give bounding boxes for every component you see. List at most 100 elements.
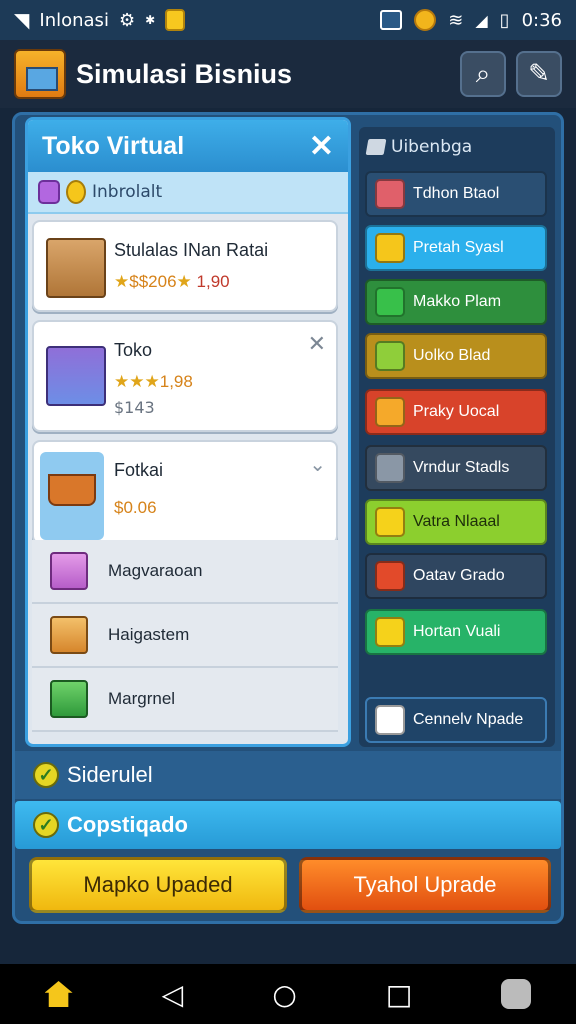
right-action-button[interactable]: Tyahol Uprade <box>299 857 551 913</box>
back-icon[interactable]: ◁ <box>162 978 184 1011</box>
list-item-label: Magvaraoan <box>108 561 203 580</box>
upgrade-button[interactable]: Hortan Vuali <box>365 609 547 655</box>
item-rating-value: 1,98 <box>159 372 193 391</box>
recents-icon[interactable]: □ <box>386 978 412 1011</box>
navigation-bar: ◁ ○ □ <box>0 964 576 1024</box>
subheader-label: Inbrolalt <box>92 182 163 202</box>
list-item-label: Haigastem <box>108 625 190 644</box>
item-price: $143 <box>114 398 155 417</box>
list-item[interactable]: Margrnel <box>32 668 338 732</box>
main-panel: Toko Virtual ✕ Inbrolalt Stulalas INan R… <box>12 112 564 924</box>
upgrade-button[interactable]: Pretah Syasl <box>365 225 547 271</box>
upgrade-button[interactable]: Uolko Blad <box>365 333 547 379</box>
signal-small-icon: ✱ <box>145 13 156 27</box>
sidebar-label: Siderulel <box>67 762 153 787</box>
app-title: Simulasi Bisnius <box>76 58 293 89</box>
item-price: $$206 <box>129 272 177 291</box>
shop-building-icon <box>46 346 106 406</box>
folder-icon <box>165 9 186 31</box>
check-icon: ✓ <box>33 812 59 838</box>
chevron-down-icon[interactable]: ⌄ <box>309 452 326 476</box>
upgrade-panel-header: Uibenbga <box>359 127 555 167</box>
upgrade-label: Uolko Blad <box>413 347 491 364</box>
item-price-value: $0.06 <box>114 498 157 517</box>
home-icon[interactable] <box>44 981 73 1007</box>
panel-header: Toko Virtual ✕ <box>28 120 348 172</box>
app-header: Simulasi Bisnius ⌕ ✎ <box>0 40 576 108</box>
item-name: Fotkai <box>114 460 164 480</box>
cell-signal-icon: ◢ <box>475 10 488 30</box>
wifi-icon: ≋ <box>448 9 464 31</box>
item-card[interactable]: Stulalas INan Ratai ★$$206★ 1,90 <box>32 220 338 312</box>
shop-logo-icon <box>14 49 66 99</box>
item-price: $0.06 <box>114 498 157 518</box>
completed-label: Copstiqado <box>67 812 188 837</box>
upgrade-label: Tdhon Btaol <box>413 185 500 202</box>
close-icon[interactable]: ✕ <box>308 332 326 357</box>
upgrade-label: Makko Plam <box>413 293 502 310</box>
upgrade-all-button[interactable]: Cennelv Npade <box>365 697 547 743</box>
item-card[interactable]: Fotkai ⌄ $0.06 <box>32 440 338 544</box>
gear-icon <box>375 453 405 483</box>
settings-icon: ⚙ <box>118 9 136 31</box>
panel-subheader: Inbrolalt <box>28 172 348 214</box>
item-card[interactable]: Toko ✕ ★★★1,98 $143 <box>32 320 338 432</box>
search-icon: ⌕ <box>475 58 491 89</box>
status-bar: ◥ Inlonasi ⚙ ✱ ≋ ◢ ▯ 0:36 <box>0 0 576 40</box>
upgrade-panel-title: Uibenbga <box>391 137 473 157</box>
upgrade-label: Hortan Vuali <box>413 623 501 640</box>
star-icon: ★★★ <box>114 372 160 391</box>
search-button[interactable]: ⌕ <box>460 51 506 97</box>
upgrade-button[interactable]: Tdhon Btaol <box>365 171 547 217</box>
battery-icon: ▯ <box>499 9 510 31</box>
tools-icon: ✎ <box>528 59 550 89</box>
upgrade-label: Oatav Grado <box>413 567 505 584</box>
item-name: Toko <box>114 340 153 360</box>
green-crate-icon <box>50 680 88 718</box>
item-list: Magvaraoan Haigastem Margrnel <box>32 540 338 732</box>
star-icon: ★ <box>176 272 192 291</box>
item-rating: ★★★1,98 <box>114 372 193 392</box>
item-name: Stulalas INan Ratai <box>114 240 269 260</box>
carrier-text: Inlonasi <box>39 9 109 31</box>
clock-text: 0:36 <box>521 9 562 31</box>
upgrade-panel: Uibenbga Tdhon Btaol Pretah Syasl Makko … <box>359 127 555 747</box>
upgrade-button[interactable]: Oatav Grado <box>365 553 547 599</box>
box-icon <box>46 238 106 298</box>
purple-crate-icon <box>50 552 88 590</box>
close-icon[interactable]: ✕ <box>309 129 334 164</box>
list-item[interactable]: Magvaraoan <box>32 540 338 604</box>
panel-title: Toko Virtual <box>42 131 185 160</box>
check-icon: ✓ <box>33 762 59 788</box>
tools-button[interactable]: ✎ <box>516 51 562 97</box>
home-circle-icon[interactable]: ○ <box>272 978 296 1011</box>
upgrade-button[interactable]: Makko Plam <box>365 279 547 325</box>
upgrade-all-label: Cennelv Npade <box>413 711 524 728</box>
star-icon <box>375 617 405 647</box>
chart-icon <box>375 341 405 371</box>
left-action-button[interactable]: Mapko Upaded <box>29 857 287 913</box>
upgrade-button[interactable]: Vatra Nlaaal <box>365 499 547 545</box>
upgrade-label: Pretah Syasl <box>413 239 504 256</box>
star-icon: ★ <box>114 272 130 291</box>
upgrade-label: Vatra Nlaaal <box>413 513 500 530</box>
upgrade-button[interactable]: Vrndur Stadls <box>365 445 547 491</box>
app-notification-icon: ◥ <box>14 8 30 32</box>
upgrade-button[interactable]: Praky Uocal <box>365 389 547 435</box>
coin-icon <box>66 180 86 204</box>
pencil-icon <box>375 287 405 317</box>
robot-icon[interactable] <box>501 979 532 1009</box>
list-item[interactable]: Haigastem <box>32 604 338 668</box>
completed-bar[interactable]: ✓ Copstiqado <box>15 801 561 849</box>
star-icon <box>375 507 405 537</box>
gold-bar-icon <box>375 397 405 427</box>
upgrade-label: Vrndur Stadls <box>413 459 510 476</box>
orange-crate-icon <box>50 616 88 654</box>
list-icon <box>375 705 405 735</box>
item-rating: ★$$206★ 1,90 <box>114 272 230 292</box>
cart-icon <box>375 179 405 209</box>
sidebar-bar[interactable]: ✓ Siderulel <box>15 751 561 799</box>
badge-icon <box>38 180 60 204</box>
item-rating-value: 1,90 <box>196 272 230 291</box>
coin-icon <box>375 233 405 263</box>
